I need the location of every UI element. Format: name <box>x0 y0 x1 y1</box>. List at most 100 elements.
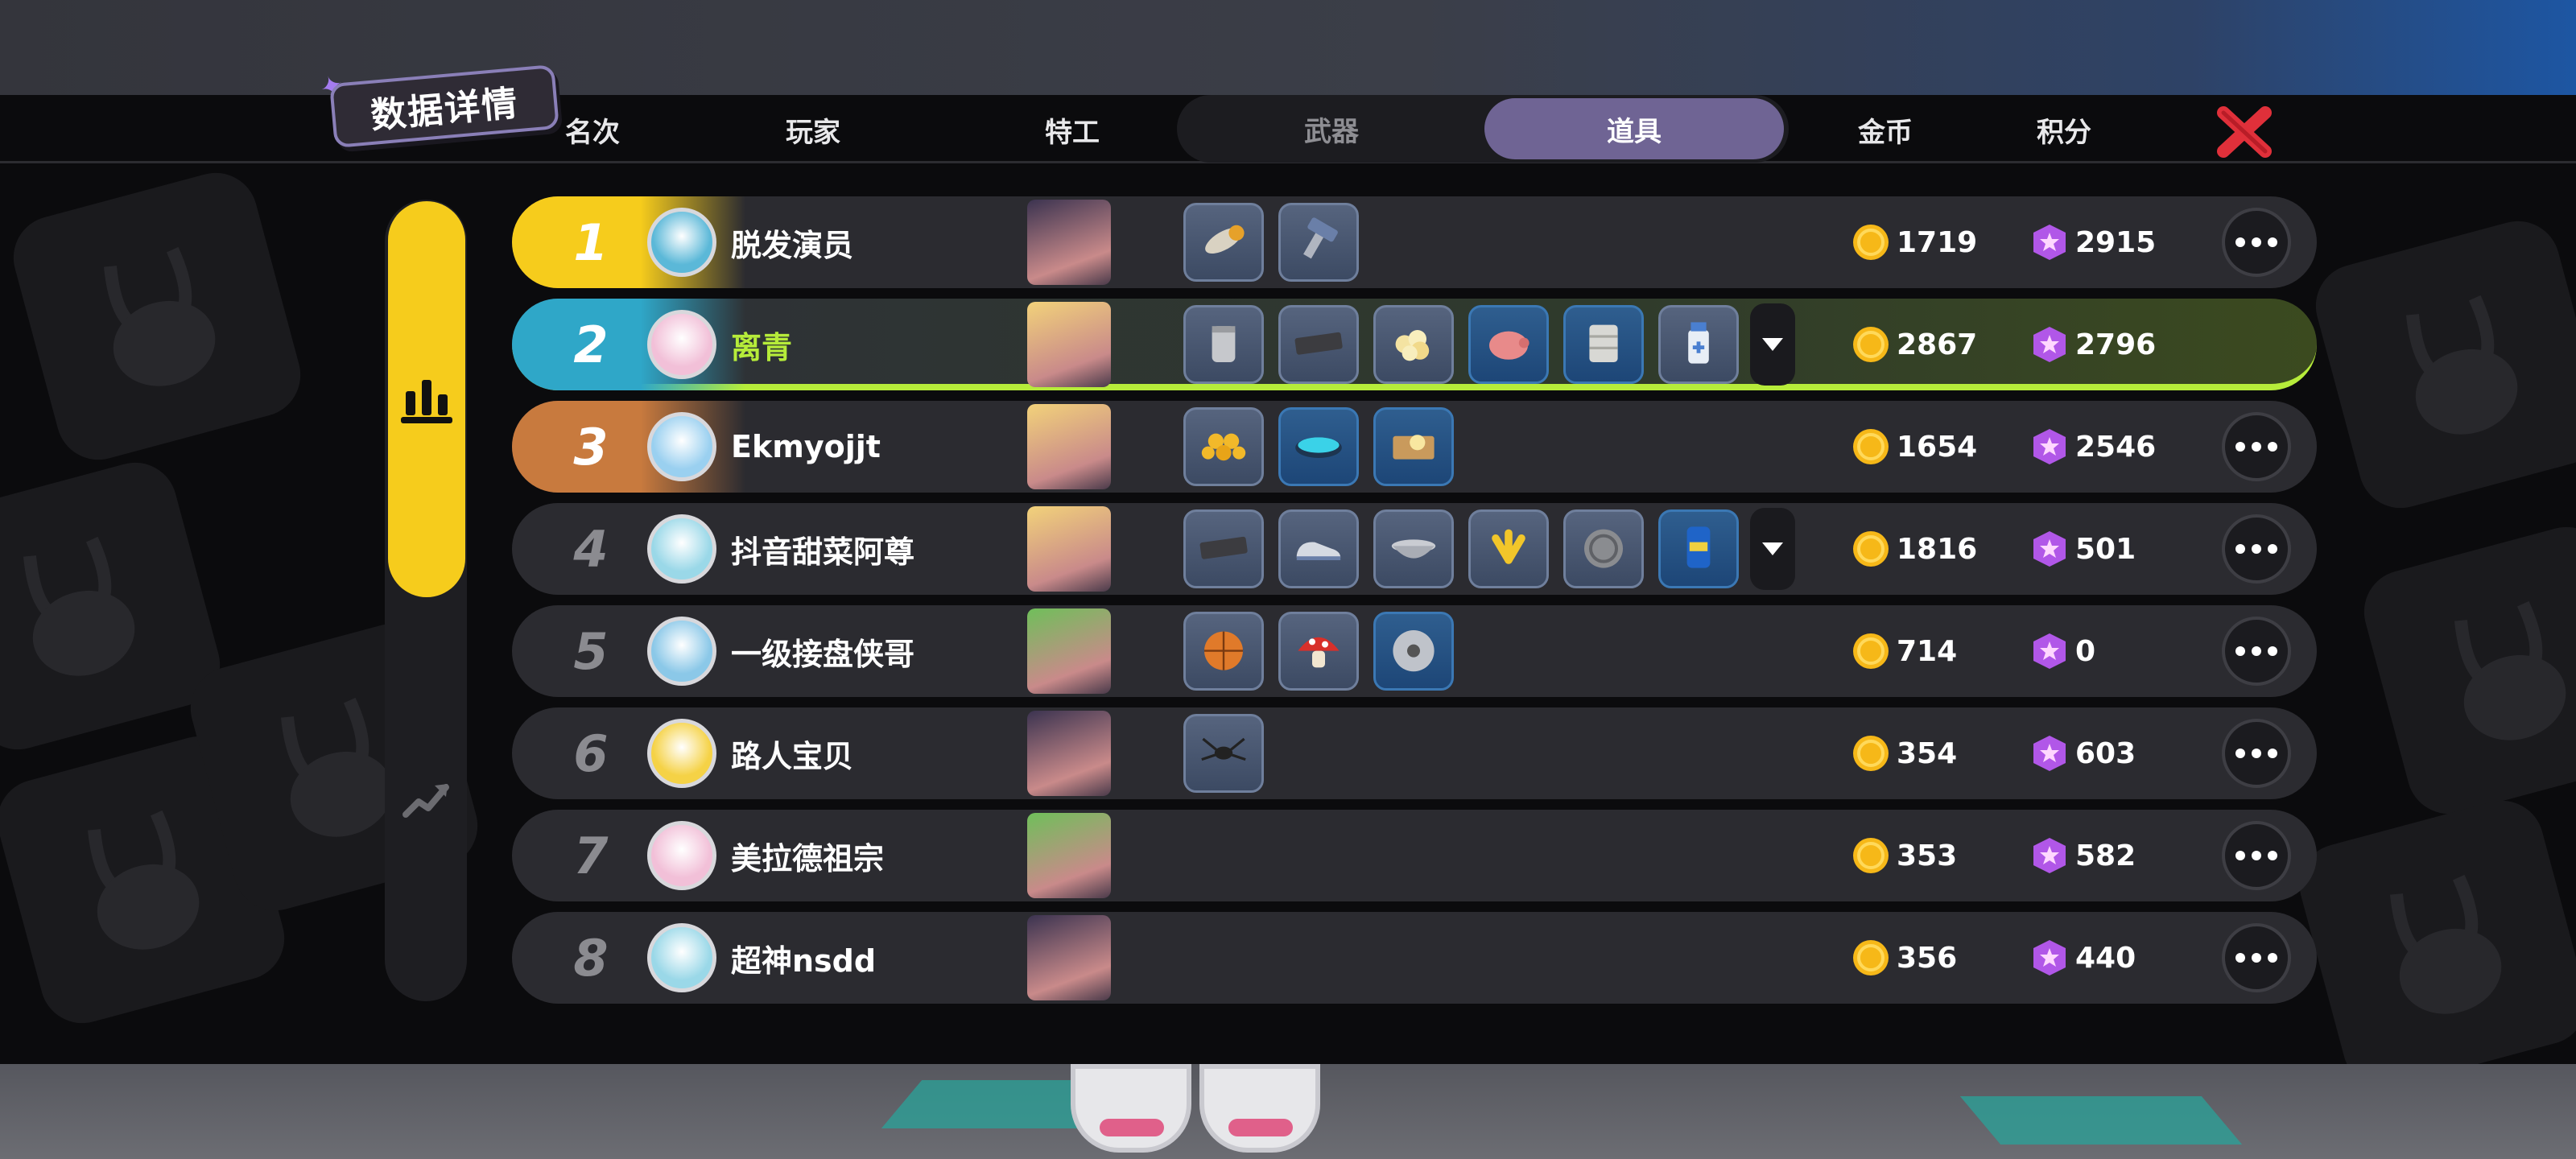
item-slot[interactable] <box>1183 714 1264 793</box>
spider-icon <box>1191 720 1256 787</box>
item-slot[interactable] <box>1563 509 1644 588</box>
item-slot[interactable] <box>1278 305 1359 384</box>
purple-star-icon <box>2033 838 2066 873</box>
item-slot[interactable] <box>1183 509 1264 588</box>
purple-star-icon <box>2033 940 2066 975</box>
score-amount: 2796 <box>2075 328 2157 361</box>
score-amount: 0 <box>2075 634 2096 668</box>
coin-value: 1816 <box>1852 503 1977 595</box>
item-slot[interactable] <box>1183 305 1264 384</box>
more-options-button[interactable] <box>2222 821 2291 890</box>
item-slot[interactable] <box>1183 612 1264 691</box>
more-options-button[interactable] <box>2222 412 2291 481</box>
item-slot[interactable] <box>1373 407 1454 486</box>
item-slot[interactable] <box>1183 203 1264 282</box>
player-name: 一级接盘侠哥 <box>731 636 915 672</box>
rank-number: 5 <box>573 621 609 681</box>
close-button[interactable] <box>2214 106 2275 158</box>
purple-star-icon <box>2033 736 2066 771</box>
more-options-button[interactable] <box>2222 719 2291 788</box>
item-slot[interactable] <box>1373 509 1454 588</box>
item-slot[interactable] <box>1468 509 1549 588</box>
avatar[interactable] <box>647 617 716 686</box>
rank-number: 2 <box>573 315 609 374</box>
rank-number: 1 <box>573 212 609 272</box>
gold-coin-icon <box>1853 327 1889 362</box>
mushroom-icon <box>1286 617 1351 685</box>
avatar[interactable] <box>647 923 716 992</box>
agent-portrait <box>1027 915 1111 1000</box>
more-options-button[interactable] <box>2222 208 2291 277</box>
side-tab-stats[interactable] <box>388 201 465 597</box>
more-dots-icon <box>2235 544 2277 554</box>
item-slot[interactable] <box>1563 305 1644 384</box>
avatar[interactable] <box>647 208 716 277</box>
item-slot[interactable] <box>1468 305 1549 384</box>
more-options-button[interactable] <box>2222 923 2291 992</box>
player-name: 美拉德祖宗 <box>731 840 885 876</box>
player-name: 离青 <box>731 329 793 365</box>
agent-portrait <box>1027 608 1111 694</box>
avatar[interactable] <box>647 719 716 788</box>
saw-blade-icon <box>1381 617 1446 685</box>
side-tab-trend[interactable] <box>388 757 465 834</box>
item-slot[interactable] <box>1278 407 1359 486</box>
table-row: 7 美拉德祖宗 353 582 <box>512 810 2317 901</box>
coin-value: 354 <box>1852 707 1957 799</box>
bandage-icon <box>1571 311 1636 378</box>
item-slot[interactable] <box>1278 509 1359 588</box>
score-amount: 582 <box>2075 839 2136 872</box>
score-amount: 2915 <box>2075 225 2157 259</box>
expand-items-button[interactable] <box>1750 303 1795 386</box>
expand-items-button[interactable] <box>1750 508 1795 590</box>
score-value: 2915 <box>2030 196 2156 288</box>
basketball-icon <box>1191 617 1256 685</box>
coin-value: 714 <box>1852 605 1957 697</box>
item-slot[interactable] <box>1373 305 1454 384</box>
pot-icon <box>1381 515 1446 583</box>
item-slot[interactable] <box>1183 407 1264 486</box>
item-slot[interactable] <box>1278 612 1359 691</box>
more-dots-icon <box>2235 646 2277 656</box>
player-name: 脱发演员 <box>731 227 854 263</box>
more-dots-icon <box>2235 851 2277 860</box>
character-feet <box>1063 1064 1320 1159</box>
gold-coin-icon <box>1853 838 1889 873</box>
coin-amount: 356 <box>1897 941 1958 975</box>
brick-icon <box>1191 515 1256 583</box>
avatar[interactable] <box>647 412 716 481</box>
item-slot[interactable] <box>1373 612 1454 691</box>
bullet-icon <box>1191 208 1256 276</box>
coin-amount: 1816 <box>1897 532 1978 566</box>
score-amount: 440 <box>2075 941 2136 975</box>
player-name: 超神nsdd <box>731 942 877 979</box>
player-name: Ekmyojjt <box>731 429 881 464</box>
more-options-button[interactable] <box>2222 514 2291 584</box>
coin-value: 356 <box>1852 912 1957 1004</box>
can-icon <box>1191 311 1256 378</box>
col-header-rank: 名次 <box>565 116 620 149</box>
chevron-down-icon <box>1762 338 1783 351</box>
coin-value: 1719 <box>1852 196 1977 288</box>
table-row: 2 离青 2867 2796 <box>512 299 2317 390</box>
tab-items[interactable]: 道具 <box>1484 98 1784 159</box>
rank-number: 6 <box>573 724 609 783</box>
close-x-icon <box>2217 106 2272 158</box>
col-header-agent: 特工 <box>1045 116 1100 149</box>
more-dots-icon <box>2235 953 2277 963</box>
coin-amount: 353 <box>1897 839 1958 872</box>
more-dots-icon <box>2235 237 2277 247</box>
item-slot[interactable] <box>1658 305 1739 384</box>
avatar[interactable] <box>647 310 716 379</box>
score-value: 603 <box>2030 707 2136 799</box>
avatar[interactable] <box>647 821 716 890</box>
purple-star-icon <box>2033 327 2066 362</box>
more-options-button[interactable] <box>2222 617 2291 686</box>
agent-portrait <box>1027 200 1111 285</box>
tab-weapons[interactable]: 武器 <box>1182 98 1481 159</box>
avatar[interactable] <box>647 514 716 584</box>
col-header-score: 积分 <box>2037 116 2091 149</box>
item-slot[interactable] <box>1278 203 1359 282</box>
col-header-player: 玩家 <box>786 116 840 149</box>
item-slot[interactable] <box>1658 509 1739 588</box>
